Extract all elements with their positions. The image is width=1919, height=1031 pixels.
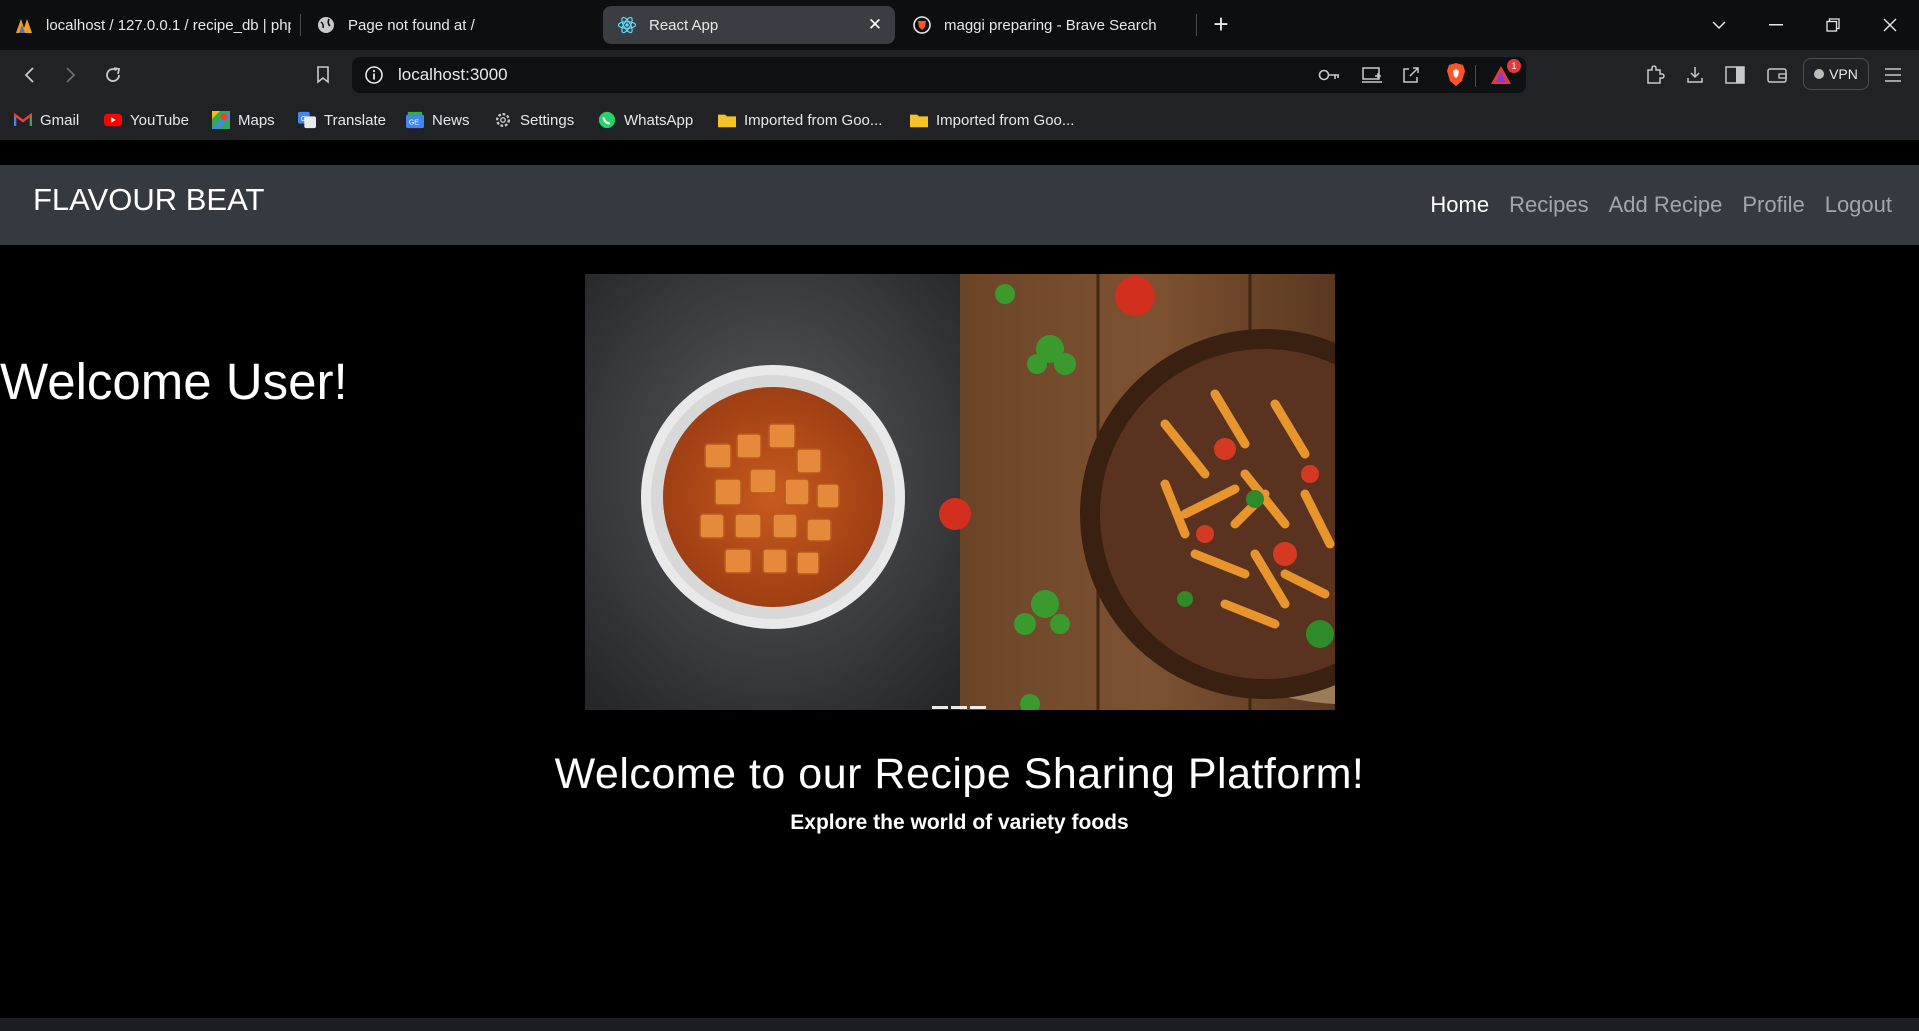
- tab-title: localhost / 127.0.0.1 / recipe_db | php: [46, 16, 291, 34]
- tab-title: React App: [649, 16, 719, 34]
- bookmark-label: Translate: [324, 111, 386, 129]
- bookmark-news[interactable]: GE News: [406, 108, 470, 132]
- carousel-slide-image: [585, 274, 1335, 710]
- svg-text:GE: GE: [409, 118, 420, 127]
- wallet-icon[interactable]: [1764, 62, 1790, 88]
- bookmark-label: News: [432, 111, 470, 129]
- tab-page-not-found[interactable]: Page not found at /: [302, 6, 602, 44]
- folder-icon: [910, 111, 928, 129]
- back-icon[interactable]: [16, 62, 42, 88]
- forward-icon[interactable]: [58, 62, 84, 88]
- nav-links: Home Recipes Add Recipe Profile Logout: [1430, 192, 1892, 218]
- react-icon: [617, 15, 637, 35]
- tab-react-app[interactable]: React App ✕: [603, 6, 895, 44]
- toolbar-divider: [1475, 65, 1476, 87]
- bookmark-youtube[interactable]: YouTube: [104, 108, 189, 132]
- maps-icon: [212, 111, 230, 129]
- news-icon: GE: [406, 111, 424, 129]
- brave-search-icon: [912, 15, 932, 35]
- platform-subheading: Explore the world of variety foods: [790, 811, 1129, 834]
- nav-recipes[interactable]: Recipes: [1509, 192, 1588, 218]
- translate-icon: G: [298, 111, 316, 129]
- carousel-indicator[interactable]: [932, 706, 948, 709]
- tab-separator: [1196, 14, 1197, 36]
- key-icon[interactable]: [1317, 65, 1341, 90]
- tab-brave-search[interactable]: maggi preparing - Brave Search: [898, 6, 1198, 44]
- downloads-icon[interactable]: [1682, 62, 1708, 88]
- new-tab-button[interactable]: +: [1205, 9, 1237, 41]
- bookmark-settings[interactable]: Settings: [494, 108, 574, 132]
- tab-phpmyadmin[interactable]: localhost / 127.0.0.1 / recipe_db | php: [0, 6, 300, 44]
- bookmark-whatsapp[interactable]: WhatsApp: [598, 108, 693, 132]
- url-text[interactable]: localhost:3000: [398, 65, 508, 85]
- bookmark-label: Imported from Goo...: [936, 111, 1075, 129]
- page-content: FLAVOUR BEAT Home Recipes Add Recipe Pro…: [0, 140, 1919, 1018]
- globe-icon: [316, 15, 336, 35]
- nav-logout[interactable]: Logout: [1825, 192, 1892, 218]
- close-tab-icon[interactable]: ✕: [865, 15, 885, 35]
- bookmarks-bar: Gmail YouTube Maps G Translate GE News S…: [0, 100, 1919, 140]
- carousel-indicator[interactable]: [951, 706, 967, 709]
- nav-profile[interactable]: Profile: [1742, 192, 1804, 218]
- carousel-indicators: [932, 706, 986, 709]
- tab-search-chevron-icon[interactable]: [1699, 10, 1739, 40]
- extensions-icon[interactable]: [1642, 62, 1668, 88]
- install-app-icon[interactable]: [1361, 65, 1383, 90]
- sidebar-icon[interactable]: [1722, 62, 1748, 88]
- restore-icon[interactable]: [1813, 10, 1853, 40]
- menu-icon[interactable]: [1880, 62, 1906, 88]
- platform-heading: Welcome to our Recipe Sharing Platform!: [554, 750, 1365, 798]
- close-window-icon[interactable]: [1870, 10, 1910, 40]
- youtube-icon: [104, 111, 122, 129]
- tab-strip: localhost / 127.0.0.1 / recipe_db | php …: [0, 0, 1919, 50]
- bookmark-label: YouTube: [130, 111, 189, 129]
- site-info-icon[interactable]: [364, 65, 384, 90]
- whatsapp-icon: [598, 111, 616, 129]
- bookmark-folder[interactable]: Imported from Goo...: [910, 108, 1074, 132]
- minimize-icon[interactable]: [1756, 10, 1796, 40]
- address-bar[interactable]: localhost:3000 1: [352, 57, 1526, 93]
- navbar: FLAVOUR BEAT Home Recipes Add Recipe Pro…: [0, 165, 1919, 245]
- nav-add-recipe[interactable]: Add Recipe: [1609, 192, 1723, 218]
- bookmark-icon[interactable]: [310, 62, 336, 88]
- tab-separator: [300, 14, 301, 36]
- bookmark-label: Settings: [520, 111, 575, 129]
- carousel-indicator[interactable]: [970, 706, 986, 709]
- bookmark-label: Gmail: [40, 111, 80, 129]
- brave-shields-icon[interactable]: [1445, 62, 1467, 93]
- bookmark-label: Maps: [238, 111, 275, 129]
- browser-toolbar: localhost:3000 1 VPN: [0, 50, 1919, 100]
- vpn-label: VPN: [1829, 66, 1858, 82]
- bookmark-maps[interactable]: Maps: [212, 108, 275, 132]
- welcome-user-heading: Welcome User!: [0, 353, 348, 410]
- taskbar-edge: [0, 1018, 1919, 1031]
- folder-icon: [718, 111, 736, 129]
- tab-title: Page not found at /: [348, 16, 475, 34]
- settings-icon: [494, 111, 512, 129]
- vpn-button[interactable]: VPN: [1803, 58, 1869, 90]
- bookmark-label: Imported from Goo...: [744, 111, 883, 129]
- phpmyadmin-icon: [14, 15, 34, 35]
- bookmark-translate[interactable]: G Translate: [298, 108, 386, 132]
- bookmark-gmail[interactable]: Gmail: [14, 108, 79, 132]
- rewards-badge: 1: [1507, 59, 1521, 73]
- vpn-status-icon: [1814, 69, 1825, 79]
- reload-icon[interactable]: [100, 62, 126, 88]
- gmail-icon: [14, 111, 32, 129]
- nav-home[interactable]: Home: [1430, 192, 1489, 218]
- svg-text:G: G: [301, 114, 307, 123]
- brand-logo[interactable]: FLAVOUR BEAT: [33, 182, 264, 218]
- tab-title: maggi preparing - Brave Search: [944, 16, 1157, 34]
- bookmark-folder[interactable]: Imported from Goo...: [718, 108, 882, 132]
- bookmark-label: WhatsApp: [624, 111, 694, 129]
- recipe-carousel[interactable]: [585, 274, 1335, 710]
- share-icon[interactable]: [1401, 65, 1421, 90]
